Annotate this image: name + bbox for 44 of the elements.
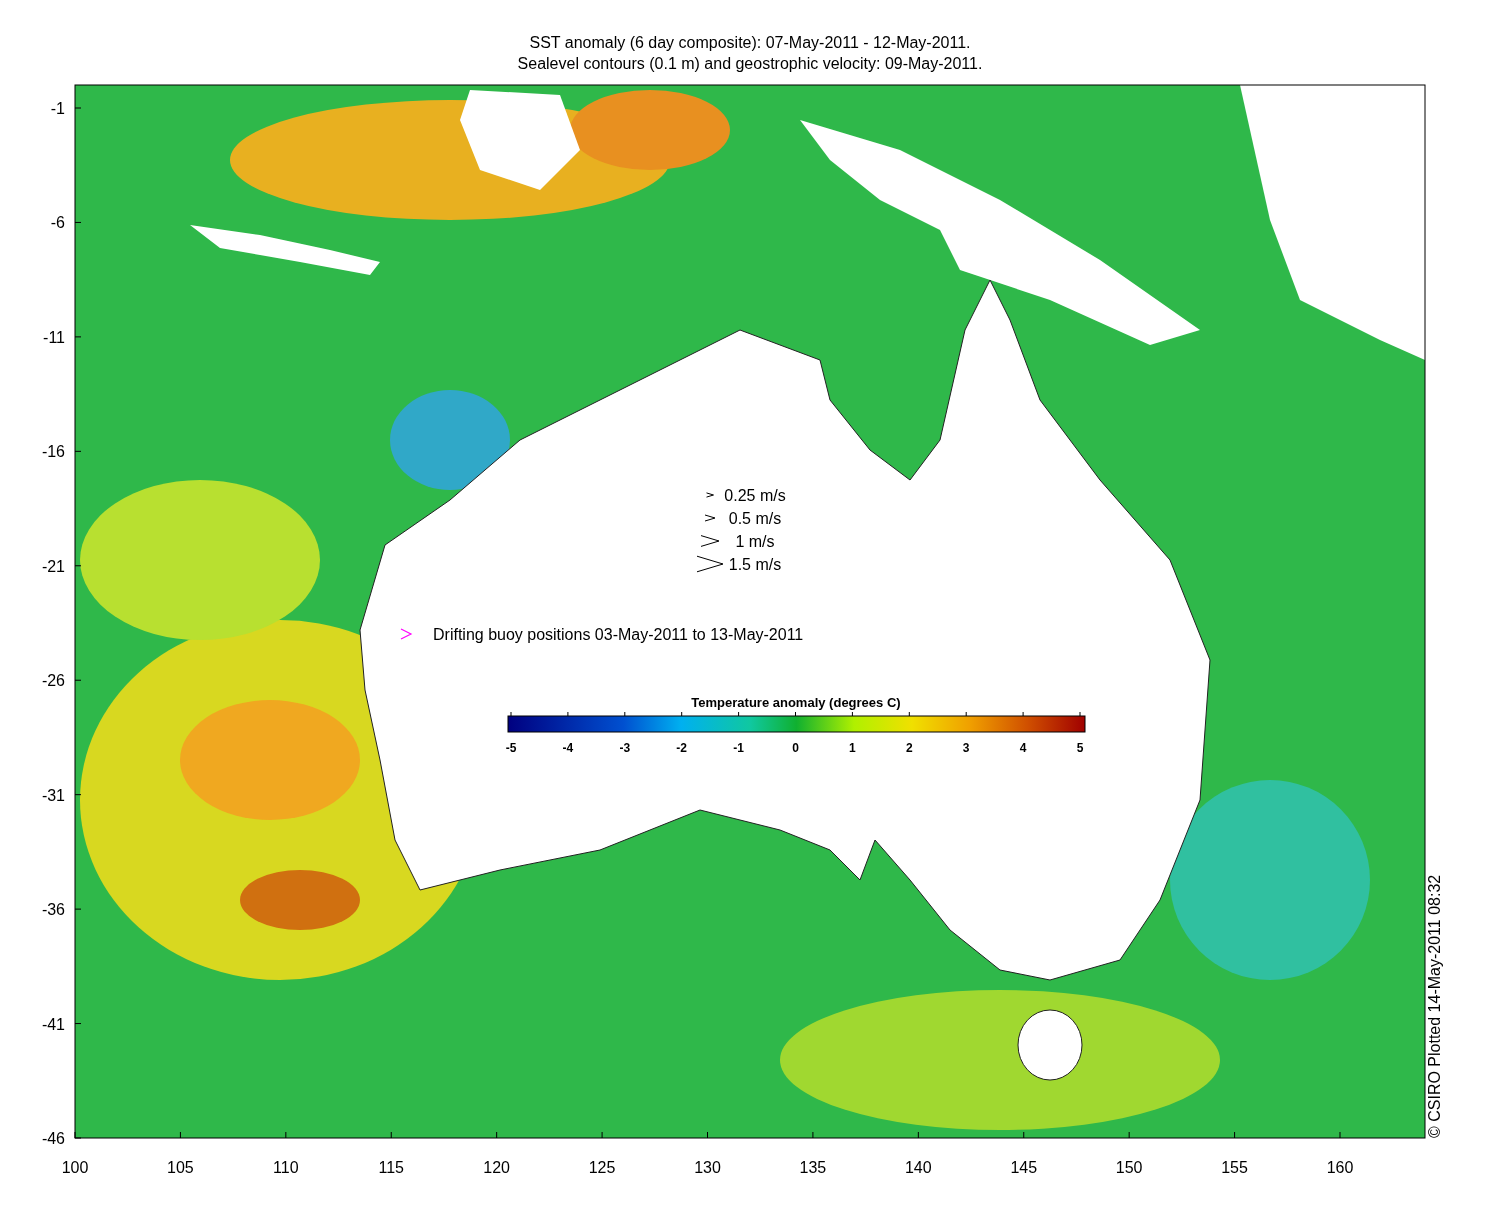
axis-tick-label: -46 [41,1130,65,1147]
colorbar-tick-label: -1 [733,741,744,755]
axis-tick-label: 130 [694,1159,721,1176]
axis-tick-label: 150 [1115,1159,1143,1176]
velocity-legend-label: 1.5 m/s [728,556,782,573]
velocity-legend-label: 0.5 m/s [728,510,782,527]
axis-tick-label: 120 [483,1159,510,1176]
axis-tick-label: 110 [273,1159,299,1176]
colorbar-tick-label: -4 [562,741,574,755]
axis-tick-label: 115 [378,1159,404,1176]
axis-tick-label: 155 [1221,1159,1248,1176]
axis-tick-label: -31 [41,786,65,804]
axis-tick-label: -26 [41,672,65,690]
axis-tick-label: -16 [41,443,65,461]
velocity-legend-label: 0.25 m/s [724,487,786,504]
axis-tick-label: 160 [1326,1159,1354,1176]
axis-tick-label: -21 [41,557,65,575]
figure-title: SST anomaly (6 day composite): 07-May-2011 - 12-May-2011. [529,34,971,51]
axis-tick-label: 125 [588,1159,616,1176]
axis-tick-label: 105 [167,1159,194,1176]
colorbar-tick-label: -5 [505,741,517,755]
axis-tick-label: -41 [41,1015,65,1033]
colorbar-tick-label: 3 [962,741,970,755]
colorbar-tick-label: 2 [905,741,913,755]
buoy-legend-label: Drifting buoy positions 03-May-2011 to 13-May-2011 [433,626,804,643]
colorbar-tick-label: 0 [792,741,799,755]
figure-title: Sealevel contours (0.1 m) and geostrophic velocity: 09-May-2011. [517,55,983,72]
colorbar-tick-label: -2 [676,741,688,755]
colorbar-tick-label: 5 [1076,741,1084,755]
colorbar-tick-label: 4 [1019,741,1027,755]
axis-tick-label: 100 [61,1159,89,1176]
axis-tick-label: 140 [905,1159,932,1176]
credit-text: © CSIRO Plotted 14-May-2011 08:32 [1426,874,1443,1138]
colorbar-title: Temperature anomaly (degrees C) [691,695,901,710]
colorbar-tick-label: 1 [849,741,856,755]
axis-tick-label: -11 [43,328,65,346]
velocity-legend-label: 1 m/s [735,533,775,550]
colorbar-tick-label: -3 [619,741,631,755]
axis-tick-label: -1 [50,100,65,117]
axis-tick-label: -36 [41,901,65,919]
chevron-icon [400,628,413,640]
axis-tick-label: 135 [799,1159,827,1176]
axis-tick-label: -6 [50,214,65,232]
axis-tick-label: 145 [1010,1159,1038,1176]
